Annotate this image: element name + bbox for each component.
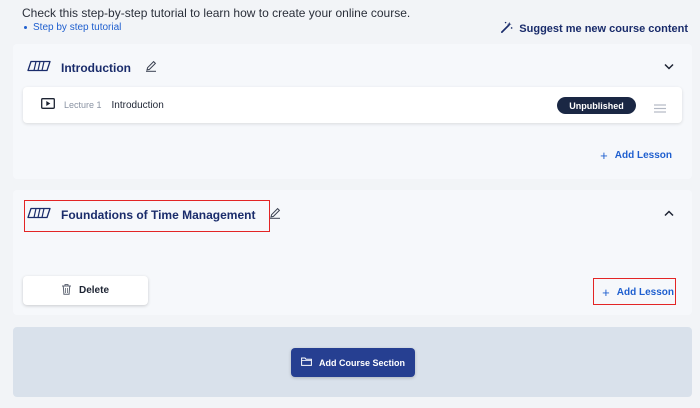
delete-label: Delete [78, 285, 109, 296]
lecture-row[interactable]: Lecture 1 Introduction Unpublished [23, 87, 682, 123]
chevron-down-icon[interactable] [664, 61, 674, 73]
pencil-icon[interactable] [269, 207, 281, 222]
plus-icon: + [600, 148, 608, 163]
add-lesson-button[interactable]: + Add Lesson [602, 285, 674, 300]
add-lesson-button[interactable]: + Add Lesson [600, 148, 672, 163]
lecture-title: Introduction [111, 99, 164, 111]
chevron-up-icon[interactable] [664, 208, 674, 220]
tutorial-link-label: Step by step tutorial [33, 22, 122, 33]
suggest-content-button[interactable]: Suggest me new course content [500, 21, 688, 37]
section-title: Introduction [61, 60, 131, 75]
book-icon [27, 60, 51, 75]
plus-icon: + [602, 285, 610, 300]
suggest-content-label: Suggest me new course content [519, 23, 688, 35]
add-lesson-label: Add Lesson [616, 287, 674, 298]
status-badge[interactable]: Unpublished [557, 97, 636, 114]
add-lesson-label: Add Lesson [614, 150, 672, 161]
play-icon [41, 96, 55, 114]
folder-icon [301, 357, 312, 368]
step-by-step-tutorial-link[interactable]: Step by step tutorial [24, 22, 121, 33]
pencil-icon[interactable] [145, 60, 157, 75]
tutorial-intro-text: Check this step-by-step tutorial to lear… [22, 6, 411, 20]
lecture-number: Lecture 1 [64, 100, 102, 110]
add-course-section-area: Add Course Section [13, 327, 692, 397]
magic-wand-icon [500, 21, 513, 37]
course-section-introduction: Introduction Lecture 1 Introduction Unpu… [13, 44, 692, 179]
bullet-icon [24, 26, 27, 29]
add-course-section-label: Add Course Section [318, 357, 405, 368]
course-section-foundations: Foundations of Time Management Delete + … [13, 190, 692, 315]
delete-section-button[interactable]: Delete [23, 276, 148, 305]
add-course-section-button[interactable]: Add Course Section [291, 348, 415, 377]
section-header: Introduction [27, 60, 157, 75]
trash-icon [61, 283, 71, 298]
highlight-box-section-title [24, 200, 270, 232]
drag-handle-icon[interactable] [654, 100, 666, 118]
